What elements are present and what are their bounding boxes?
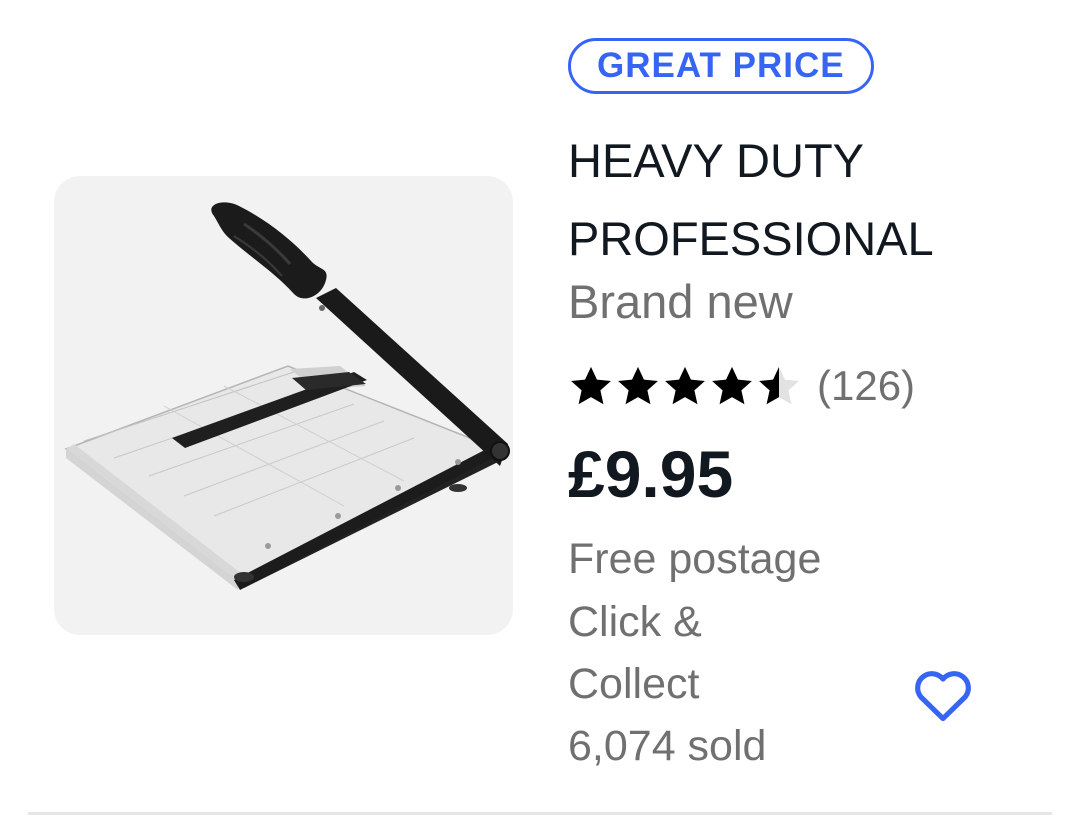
postage-label: Free postage xyxy=(568,535,822,583)
star-icon xyxy=(571,366,611,405)
paper-cutter-image xyxy=(64,202,510,590)
rating-count: (126) xyxy=(817,362,916,409)
condition-label: Brand new xyxy=(568,275,793,328)
price: £9.95 xyxy=(568,437,734,511)
star-icon xyxy=(759,366,799,405)
product-image[interactable] xyxy=(54,176,513,635)
rating-row: (126) xyxy=(568,356,915,416)
star-rating xyxy=(568,363,803,409)
star-icon xyxy=(712,366,752,405)
click-collect-label: Click & Collect xyxy=(568,598,702,708)
divider xyxy=(28,812,1052,815)
heart-icon[interactable] xyxy=(912,665,974,723)
star-icon xyxy=(618,366,658,405)
listing-card[interactable]: GREAT PRICE HEAVY DUTY PROFESSIONAL Bran… xyxy=(0,0,1080,818)
great-price-badge: GREAT PRICE xyxy=(568,38,874,94)
product-title[interactable]: HEAVY DUTY PROFESSIONAL xyxy=(568,122,1008,278)
sold-count: 6,074 sold xyxy=(568,722,767,770)
star-icon xyxy=(665,366,705,405)
